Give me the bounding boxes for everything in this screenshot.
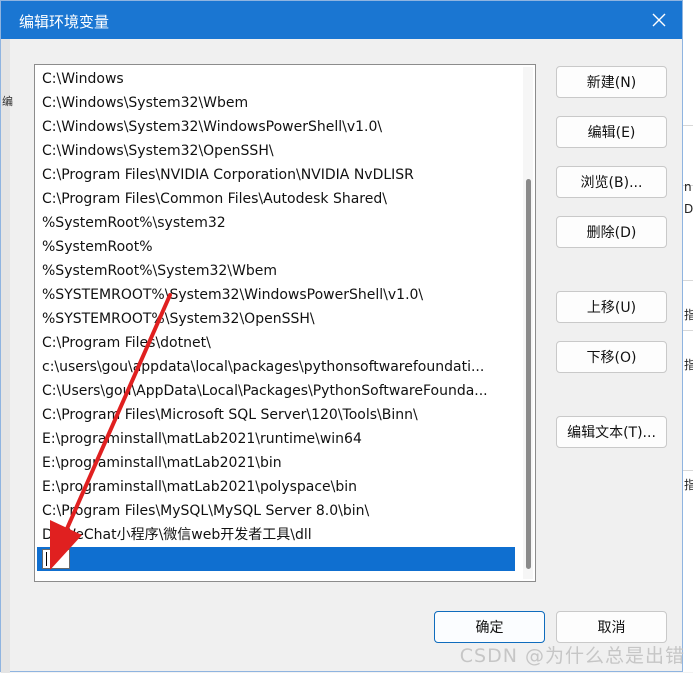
list-item[interactable]: %SYSTEMROOT%\System32\OpenSSH\ — [37, 307, 515, 331]
background-window-edge: 编 — [1, 39, 13, 673]
edit-env-var-dialog: 编辑环境变量 编 C:\Windows C:\Windows\System32\W… — [0, 0, 683, 673]
list-item[interactable]: %SystemRoot%\system32 — [37, 211, 515, 235]
ok-button[interactable]: 确定 — [434, 611, 545, 643]
scroll-thumb[interactable] — [526, 179, 531, 569]
list-item[interactable]: C:\Program Files\Common Files\Autodesk S… — [37, 187, 515, 211]
list-item[interactable]: C:\Windows\System32\OpenSSH\ — [37, 139, 515, 163]
list-item[interactable]: C:\Program Files\MySQL\MySQL Server 8.0\… — [37, 499, 515, 523]
vertical-scrollbar[interactable] — [523, 67, 533, 579]
list-item[interactable]: C:\Windows\System32\WindowsPowerShell\v1… — [37, 115, 515, 139]
background-divider — [683, 330, 693, 331]
list-item[interactable]: c:\users\gou\appdata\local\packages\pyth… — [37, 355, 515, 379]
delete-button[interactable]: 删除(D) — [556, 216, 667, 248]
list-item[interactable]: C:\Windows — [37, 67, 515, 91]
background-text: 指 — [684, 358, 693, 372]
list-item[interactable]: E:\programinstall\matLab2021\runtime\win… — [37, 427, 515, 451]
background-text: n — [684, 180, 692, 194]
list-item[interactable]: E:\programinstall\matLab2021\bin — [37, 451, 515, 475]
list-item[interactable]: %SYSTEMROOT%\System32\WindowsPowerShell\… — [37, 283, 515, 307]
background-text: 指 — [684, 478, 693, 492]
background-divider — [683, 280, 693, 281]
list-item[interactable]: C:\Users\gou\AppData\Local\Packages\Pyth… — [37, 379, 515, 403]
close-button[interactable] — [636, 1, 682, 39]
list-item[interactable]: C:\Program Files\Microsoft SQL Server\12… — [37, 403, 515, 427]
background-text: D — [684, 202, 693, 216]
path-edit-input[interactable] — [42, 549, 70, 569]
dialog-title: 编辑环境变量 — [19, 13, 110, 31]
edit-button[interactable]: 编辑(E) — [556, 116, 667, 148]
background-text: 编 — [2, 95, 13, 108]
list-item-editing[interactable] — [37, 547, 515, 571]
watermark: CSDN @为什么总是出错 — [459, 645, 685, 667]
new-button[interactable]: 新建(N) — [556, 66, 667, 98]
move-down-button[interactable]: 下移(O) — [556, 341, 667, 373]
background-text: 指 — [684, 308, 693, 322]
background-divider — [683, 125, 693, 126]
path-list[interactable]: C:\Windows C:\Windows\System32\Wbem C:\Win… — [34, 64, 536, 582]
background-window — [683, 0, 693, 672]
list-item[interactable]: C:\Windows\System32\Wbem — [37, 91, 515, 115]
list-item[interactable]: D:\WeChat小程序\微信web开发者工具\dll — [37, 523, 515, 547]
edit-text-button[interactable]: 编辑文本(T)... — [556, 416, 667, 448]
close-icon — [652, 13, 666, 27]
move-up-button[interactable]: 上移(U) — [556, 291, 667, 323]
title-bar: 编辑环境变量 — [1, 1, 682, 39]
list-item[interactable]: %SystemRoot%\System32\Wbem — [37, 259, 515, 283]
list-item[interactable]: C:\Program Files\dotnet\ — [37, 331, 515, 355]
list-item[interactable]: %SystemRoot% — [37, 235, 515, 259]
list-item[interactable]: C:\Program Files\NVIDIA Corporation\NVID… — [37, 163, 515, 187]
background-divider — [683, 470, 693, 471]
text-caret — [46, 552, 47, 566]
browse-button[interactable]: 浏览(B)... — [556, 166, 667, 198]
cancel-button[interactable]: 取消 — [556, 611, 667, 643]
list-item[interactable]: E:\programinstall\matLab2021\polyspace\b… — [37, 475, 515, 499]
